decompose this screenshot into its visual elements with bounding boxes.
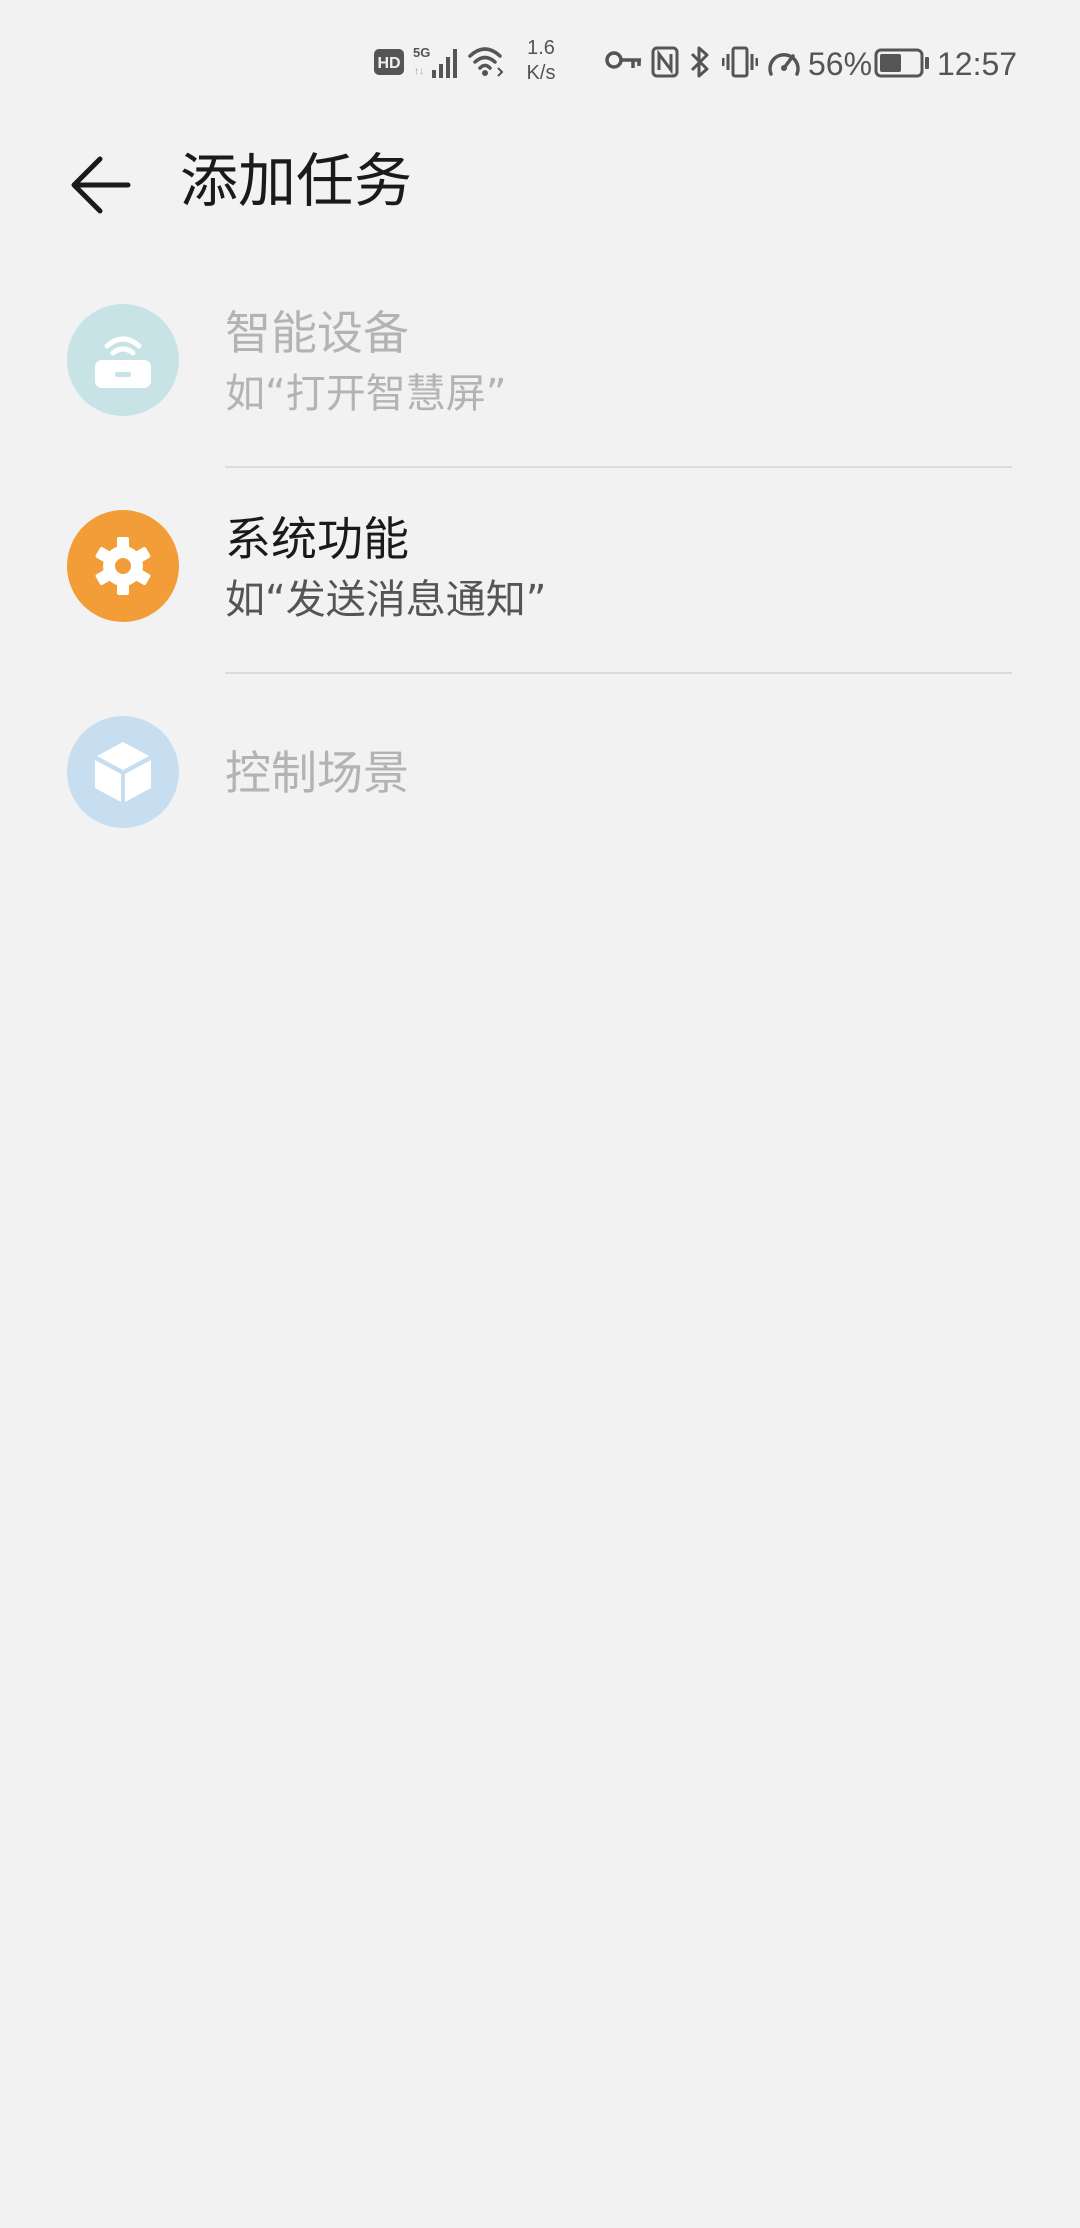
task-title: 控制场景 <box>225 746 409 800</box>
network-speed: 1.6 K/s <box>518 36 564 86</box>
task-title: 智能设备 <box>225 306 409 360</box>
router-icon <box>67 304 179 416</box>
status-bar: HD 5G ↑↓ 1.6 K/s 56% 12:57 <box>0 0 1080 126</box>
task-subtitle: 如“发送消息通知” <box>225 577 547 623</box>
network-speed-value: 1.6 <box>527 37 555 59</box>
gear-icon <box>67 510 179 622</box>
page-title: 添加任务 <box>180 147 413 215</box>
svg-text:5G: 5G <box>413 45 430 60</box>
cube-icon <box>67 716 179 828</box>
wifi-icon <box>468 44 506 82</box>
task-text: 智能设备 如“打开智慧屏” <box>225 304 1020 422</box>
nfc-icon <box>651 46 679 82</box>
task-item-control-scene[interactable]: 控制场景 <box>0 674 1080 880</box>
key-icon <box>605 50 643 78</box>
vibrate-icon <box>721 46 759 82</box>
svg-text:↑↓: ↑↓ <box>414 66 424 77</box>
task-list: 智能设备 如“打开智慧屏” 系统功能 如“发送消息通知” 控制场景 <box>0 262 1080 880</box>
task-subtitle: 如“打开智慧屏” <box>225 371 507 417</box>
task-title: 系统功能 <box>225 512 409 566</box>
hd-icon: HD <box>374 49 404 79</box>
battery-icon <box>874 48 930 82</box>
5g-signal-icon: 5G ↑↓ <box>412 44 462 82</box>
back-button[interactable] <box>48 140 158 230</box>
task-text: 控制场景 <box>225 716 1020 802</box>
arrow-left-icon <box>71 156 131 214</box>
title-bar: 添加任务 <box>0 126 1080 236</box>
task-item-system-function[interactable]: 系统功能 如“发送消息通知” <box>0 468 1080 674</box>
task-item-smart-device[interactable]: 智能设备 如“打开智慧屏” <box>0 262 1080 468</box>
battery-percent: 56% <box>808 46 873 82</box>
clock: 12:57 <box>937 46 1018 82</box>
svg-text:HD: HD <box>377 55 400 72</box>
task-text: 系统功能 如“发送消息通知” <box>225 510 1020 628</box>
speedometer-icon <box>766 46 802 82</box>
bluetooth-icon <box>688 45 712 83</box>
network-speed-unit: K/s <box>526 62 556 84</box>
